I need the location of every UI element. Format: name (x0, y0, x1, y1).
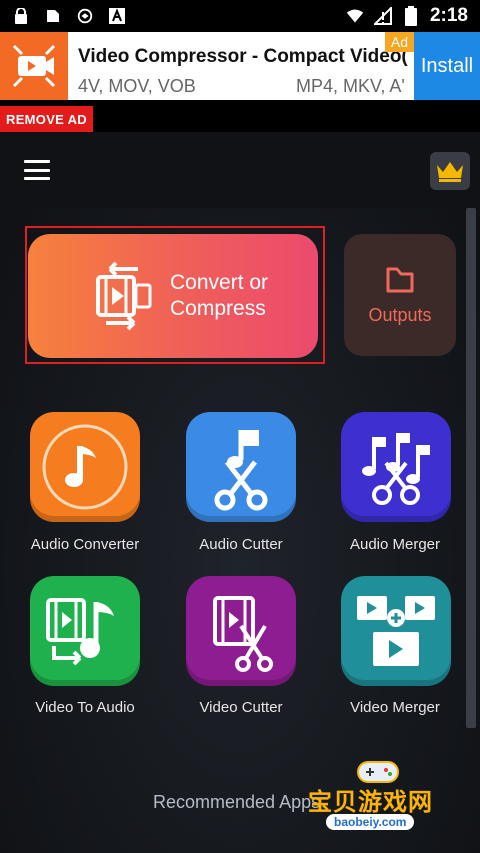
tool-label: Audio Cutter (199, 536, 283, 553)
scissors-music-icon (214, 430, 268, 511)
tool-video-merger[interactable] (341, 576, 451, 686)
font-icon (108, 7, 126, 25)
outputs-label: Outputs (368, 304, 432, 325)
watermark-url: baobeiy.com (326, 814, 415, 830)
menu-icon[interactable] (24, 160, 50, 180)
ad-title: Video Compressor - Compact Video(... (78, 46, 408, 67)
folder-icon (386, 267, 414, 292)
tool-audio-merger[interactable] (341, 412, 451, 522)
film-merge-icon (357, 596, 435, 666)
ad-subtitle-left: 4V, MOV, VOB (78, 76, 196, 96)
music-note-icon (42, 424, 128, 510)
remove-ad-button[interactable]: REMOVE AD (0, 106, 93, 132)
ad-banner[interactable]: Video Compressor - Compact Video(... 4V,… (0, 32, 480, 100)
battery-icon (402, 6, 420, 26)
ad-body[interactable]: Video Compressor - Compact Video(... 4V,… (68, 32, 414, 100)
crown-icon (437, 162, 463, 182)
tool-video-cutter[interactable] (186, 576, 296, 686)
top-bar (0, 132, 480, 208)
scrollbar[interactable] (466, 208, 476, 728)
sim-icon (44, 7, 62, 25)
film-scissors-icon (213, 596, 273, 672)
tool-label: Video Cutter (199, 699, 283, 716)
premium-crown-button[interactable] (430, 152, 470, 190)
tool-label: Video To Audio (35, 699, 135, 716)
convert-video-icon (96, 261, 152, 331)
app-main: Convert or Compress Outputs Audio Conver… (0, 132, 480, 853)
ad-app-logo[interactable] (0, 32, 68, 100)
music-notes-icon (362, 433, 430, 505)
lock-icon (12, 7, 30, 25)
tool-label: Video Merger (350, 699, 440, 716)
film-to-music-icon (46, 598, 114, 666)
status-bar: 2:18 (0, 0, 480, 32)
signal-icon (373, 7, 392, 25)
tool-audio-cutter[interactable] (186, 412, 296, 522)
ad-subtitle-right: MP4, MKV, A' (296, 76, 405, 96)
convert-label: Convert or Compress (170, 271, 269, 320)
install-button[interactable]: Install (414, 32, 480, 100)
watermark-logo: 宝贝游戏网 baobeiy.com (300, 756, 460, 836)
wifi-icon (346, 7, 364, 25)
watermark-title: 宝贝游戏网 (308, 789, 433, 816)
clock: 2:18 (429, 5, 468, 26)
tool-label: Audio Merger (349, 536, 441, 553)
convert-or-compress-button[interactable]: Convert or Compress (28, 234, 318, 358)
tool-video-to-audio[interactable] (30, 576, 140, 686)
ad-badge: Ad (384, 32, 414, 52)
outputs-button[interactable]: Outputs (344, 234, 456, 356)
recommended-apps-heading: Recommended Apps (153, 792, 321, 812)
tool-label: Audio Converter (30, 536, 140, 553)
tool-audio-converter[interactable] (30, 412, 140, 522)
app-icon (76, 7, 94, 25)
